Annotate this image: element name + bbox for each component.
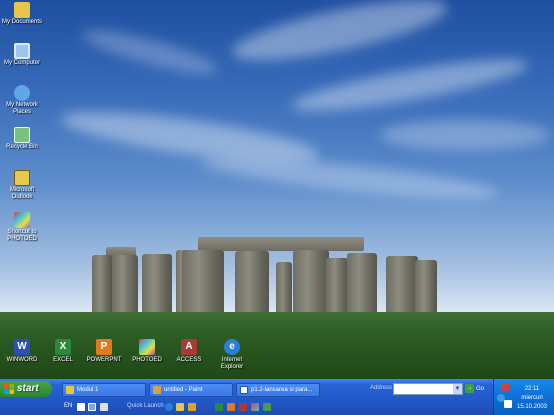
language-bar-options-icon[interactable] bbox=[100, 403, 108, 411]
clock-time[interactable]: 22:11 bbox=[515, 385, 549, 394]
excel-icon: X bbox=[55, 339, 71, 355]
desktop-icon-my-network-places[interactable]: My Network Places bbox=[0, 85, 44, 116]
word-icon[interactable] bbox=[199, 403, 207, 411]
outlook-icon bbox=[14, 170, 30, 186]
cloud bbox=[79, 22, 221, 82]
task-label: p1.2-lansarea si para... bbox=[251, 387, 313, 393]
chevron-down-icon[interactable]: ▼ bbox=[453, 384, 462, 394]
desktop-icon-recycle-bin[interactable]: Recycle Bin bbox=[0, 127, 44, 151]
show-desktop-icon[interactable] bbox=[263, 403, 271, 411]
access-icon[interactable] bbox=[239, 403, 247, 411]
cloud bbox=[199, 149, 501, 207]
desktop-icon-label: My Documents bbox=[1, 19, 42, 25]
stone bbox=[235, 251, 269, 320]
stone bbox=[326, 258, 348, 318]
desktop-icon-label: My Network Places bbox=[6, 102, 38, 115]
stone bbox=[293, 250, 329, 320]
stone bbox=[386, 256, 418, 318]
desktop-icon-label: EXCEL bbox=[53, 357, 73, 363]
taskbar-button-word-document[interactable]: p1.2-lansarea si para... bbox=[236, 383, 320, 397]
cloud bbox=[289, 49, 531, 121]
stone bbox=[276, 262, 292, 318]
word-document-icon bbox=[240, 386, 248, 394]
desktop-icon-microsoft-outlook[interactable]: Microsoft Outlook bbox=[0, 170, 44, 201]
desktop-icon-label: Microsoft Outlook bbox=[9, 187, 35, 200]
desktop-icon-label: POWERPNT bbox=[86, 357, 122, 363]
taskbar-button-modul-1[interactable]: Modul 1 bbox=[62, 383, 146, 397]
powerpoint-icon[interactable] bbox=[227, 403, 235, 411]
desktop-icon-label: Internet Explorer bbox=[220, 357, 244, 370]
excel-icon[interactable] bbox=[215, 403, 223, 411]
go-label: Go bbox=[476, 386, 485, 392]
media-icon[interactable] bbox=[188, 403, 196, 411]
computer-icon bbox=[14, 43, 30, 59]
internet-explorer-icon: e bbox=[224, 339, 240, 355]
desktop-icon-photoed[interactable]: PHOTOED bbox=[127, 339, 167, 364]
cloud bbox=[228, 0, 452, 73]
desktop-icon-access[interactable]: A ACCESS bbox=[169, 339, 209, 364]
desktop-icon-my-documents[interactable]: My Documents bbox=[0, 2, 44, 26]
desktop: My Documents My Computer My Network Plac… bbox=[0, 0, 554, 379]
stone bbox=[112, 255, 138, 318]
tray-app-icon[interactable] bbox=[501, 383, 509, 391]
stone bbox=[142, 254, 172, 318]
cloud bbox=[380, 120, 550, 150]
address-input[interactable]: ▼ bbox=[393, 383, 463, 395]
desktop-icon-label: WINWORD bbox=[6, 357, 38, 363]
desktop-icon-powerpnt[interactable]: P POWERPNT bbox=[84, 339, 124, 364]
desktop-icon-label: ACCESS bbox=[176, 357, 202, 363]
stone bbox=[198, 237, 364, 251]
keyboard-icon[interactable] bbox=[77, 403, 85, 411]
folder-icon bbox=[66, 386, 74, 394]
recycle-bin-icon bbox=[14, 127, 30, 143]
internet-explorer-icon[interactable] bbox=[165, 403, 173, 411]
start-label: start bbox=[17, 383, 39, 394]
photoed-shortcut-icon bbox=[14, 212, 30, 228]
paint-icon bbox=[153, 386, 161, 394]
stone bbox=[415, 260, 437, 318]
go-arrow-icon: → bbox=[465, 383, 474, 393]
taskbar: start Modul 1 untitled - Paint p1.2-lans… bbox=[0, 379, 554, 415]
stone bbox=[92, 255, 112, 318]
desktop-icon-winword[interactable]: W WINWORD bbox=[2, 339, 42, 364]
stone bbox=[347, 253, 377, 318]
access-icon: A bbox=[181, 339, 197, 355]
start-button[interactable]: start bbox=[0, 381, 52, 397]
photoed-icon[interactable] bbox=[251, 403, 259, 411]
word-icon: W bbox=[14, 339, 30, 355]
stone bbox=[182, 250, 224, 320]
network-places-icon bbox=[14, 85, 30, 101]
language-indicator[interactable]: EN bbox=[64, 403, 72, 409]
folder-icon[interactable] bbox=[176, 403, 184, 411]
desktop-icon-excel[interactable]: X EXCEL bbox=[43, 339, 83, 364]
photoed-icon bbox=[139, 339, 155, 355]
go-button[interactable]: → Go bbox=[465, 383, 487, 395]
windows-logo-icon bbox=[4, 384, 14, 394]
task-label: Modul 1 bbox=[77, 387, 99, 393]
address-label: Address bbox=[370, 385, 393, 391]
task-label: untitled - Paint bbox=[164, 387, 203, 393]
taskbar-button-paint[interactable]: untitled - Paint bbox=[149, 383, 233, 397]
folder-documents-icon bbox=[14, 2, 30, 18]
desktop-icon-label: My Computer bbox=[3, 60, 40, 66]
powerpoint-icon: P bbox=[96, 339, 112, 355]
desktop-icon-label: PHOTOED bbox=[132, 357, 162, 363]
desktop-icon-my-computer[interactable]: My Computer bbox=[0, 43, 44, 67]
desktop-icon-photoed-shortcut[interactable]: Shortcut to PHOTOED bbox=[0, 212, 44, 243]
desktop-icon-label: Recycle Bin bbox=[6, 144, 38, 150]
taskbar-second-row: EN Quick Launch bbox=[0, 400, 493, 415]
clock-date: 15.10.2003 bbox=[516, 404, 548, 410]
volume-icon[interactable] bbox=[504, 400, 512, 408]
quick-launch-label: Quick Launch bbox=[127, 403, 164, 409]
help-icon[interactable] bbox=[88, 403, 96, 411]
desktop-icon-label: Shortcut to PHOTOED bbox=[7, 229, 37, 242]
desktop-icon-internet-explorer[interactable]: e Internet Explorer bbox=[212, 339, 252, 371]
clock-day: miercuri bbox=[521, 395, 543, 401]
